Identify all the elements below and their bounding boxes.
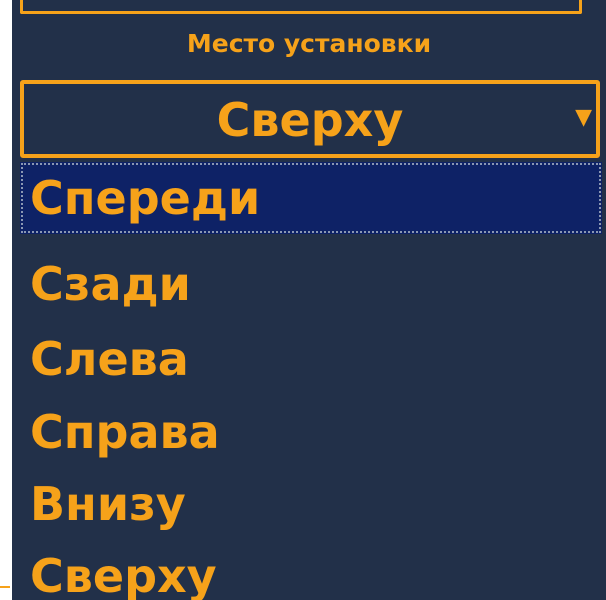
- dropdown-list[interactable]: Спереди Сзади Слева Справа Внизу Сверху: [20, 162, 606, 600]
- mount-location-select[interactable]: Сверху ▼: [20, 80, 600, 158]
- dropdown-option-left[interactable]: Слева: [20, 323, 602, 395]
- selected-value: Сверху: [216, 93, 404, 147]
- left-edge-tick: [0, 586, 10, 588]
- dropdown-option-right[interactable]: Справа: [20, 396, 602, 468]
- dropdown-option-top[interactable]: Сверху: [20, 540, 602, 600]
- dropdown-option-front[interactable]: Спереди: [20, 162, 602, 234]
- mount-location-label: Место установки: [186, 29, 432, 58]
- dropdown-option-back[interactable]: Сзади: [20, 248, 602, 320]
- stage: Место установки Сверху ▼ Спереди Сзади С…: [0, 0, 606, 600]
- dropdown-option-bottom[interactable]: Внизу: [20, 468, 602, 540]
- dropdown-arrow-icon[interactable]: ▼: [575, 106, 592, 130]
- previous-field-border: [20, 0, 582, 14]
